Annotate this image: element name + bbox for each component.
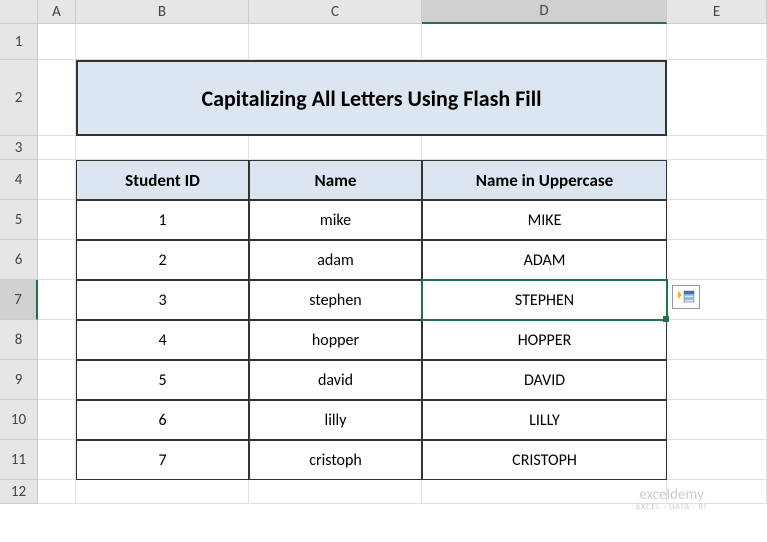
cell-name-6[interactable]: cristoph [249, 440, 422, 480]
cell-A1[interactable] [38, 24, 76, 60]
row-header-11[interactable]: 11 [0, 440, 38, 480]
cell-C1[interactable] [249, 24, 422, 60]
col-header-E[interactable]: E [667, 0, 767, 24]
cell-name-3[interactable]: hopper [249, 320, 422, 360]
row-header-10[interactable]: 10 [0, 400, 38, 440]
cell-E3[interactable] [667, 136, 767, 160]
col-header-C[interactable]: C [249, 0, 422, 24]
cell-upper-4[interactable]: DAVID [422, 360, 667, 400]
cell-A10[interactable] [38, 400, 76, 440]
cell-A6[interactable] [38, 240, 76, 280]
cell-E6[interactable] [667, 240, 767, 280]
cell-B1[interactable] [76, 24, 249, 60]
cell-upper-1[interactable]: ADAM [422, 240, 667, 280]
cell-A11[interactable] [38, 440, 76, 480]
cell-name-5[interactable]: lilly [249, 400, 422, 440]
col-header-D[interactable]: D [422, 0, 667, 24]
cell-D3[interactable] [422, 136, 667, 160]
row-header-2[interactable]: 2 [0, 60, 38, 136]
row-header-1[interactable]: 1 [0, 24, 38, 60]
row-header-12[interactable]: 12 [0, 480, 38, 504]
cell-id-4[interactable]: 5 [76, 360, 249, 400]
row-header-9[interactable]: 9 [0, 360, 38, 400]
row-header-4[interactable]: 4 [0, 160, 38, 200]
cell-id-0[interactable]: 1 [76, 200, 249, 240]
cell-B3[interactable] [76, 136, 249, 160]
cell-E8[interactable] [667, 320, 767, 360]
cell-C12[interactable] [249, 480, 422, 504]
cell-E1[interactable] [667, 24, 767, 60]
header-uppercase[interactable]: Name in Uppercase [422, 160, 667, 200]
flash-fill-icon [676, 289, 696, 305]
cell-upper-6[interactable]: CRISTOPH [422, 440, 667, 480]
watermark-main: exceldemy [636, 487, 707, 504]
fill-handle[interactable] [663, 316, 669, 322]
cell-A2[interactable] [38, 60, 76, 136]
header-name[interactable]: Name [249, 160, 422, 200]
cell-E2[interactable] [667, 60, 767, 136]
cell-E9[interactable] [667, 360, 767, 400]
cell-A9[interactable] [38, 360, 76, 400]
cell-id-3[interactable]: 4 [76, 320, 249, 360]
cell-A4[interactable] [38, 160, 76, 200]
watermark-sub: EXCEL · DATA · BI [636, 503, 707, 512]
row-header-8[interactable]: 8 [0, 320, 38, 360]
cell-upper-2[interactable]: STEPHEN [422, 280, 667, 320]
header-student-id[interactable]: Student ID [76, 160, 249, 200]
cell-D1[interactable] [422, 24, 667, 60]
active-cell-value: STEPHEN [515, 291, 574, 310]
cell-A3[interactable] [38, 136, 76, 160]
col-header-A[interactable]: A [38, 0, 76, 24]
flash-fill-options-button[interactable] [672, 285, 700, 309]
row-header-3[interactable]: 3 [0, 136, 38, 160]
cell-E4[interactable] [667, 160, 767, 200]
cell-B12[interactable] [76, 480, 249, 504]
cell-upper-3[interactable]: HOPPER [422, 320, 667, 360]
cell-E11[interactable] [667, 440, 767, 480]
row-header-7[interactable]: 7 [0, 280, 38, 320]
cell-A8[interactable] [38, 320, 76, 360]
cell-A7[interactable] [38, 280, 76, 320]
spreadsheet-grid[interactable]: A B C D E 1 2 Capitalizing All Letters U… [0, 0, 767, 504]
cell-D12[interactable] [422, 480, 667, 504]
cell-upper-0[interactable]: MIKE [422, 200, 667, 240]
watermark: exceldemy EXCEL · DATA · BI [636, 487, 707, 512]
cell-id-1[interactable]: 2 [76, 240, 249, 280]
cell-name-2[interactable]: stephen [249, 280, 422, 320]
row-header-5[interactable]: 5 [0, 200, 38, 240]
cell-A5[interactable] [38, 200, 76, 240]
cell-id-5[interactable]: 6 [76, 400, 249, 440]
cell-id-2[interactable]: 3 [76, 280, 249, 320]
cell-name-0[interactable]: mike [249, 200, 422, 240]
cell-C3[interactable] [249, 136, 422, 160]
title-cell[interactable]: Capitalizing All Letters Using Flash Fil… [76, 60, 667, 136]
col-header-B[interactable]: B [76, 0, 249, 24]
cell-E10[interactable] [667, 400, 767, 440]
cell-A12[interactable] [38, 480, 76, 504]
cell-upper-5[interactable]: LILLY [422, 400, 667, 440]
row-header-6[interactable]: 6 [0, 240, 38, 280]
cell-id-6[interactable]: 7 [76, 440, 249, 480]
select-all-corner[interactable] [0, 0, 38, 24]
cell-name-4[interactable]: david [249, 360, 422, 400]
cell-name-1[interactable]: adam [249, 240, 422, 280]
cell-E5[interactable] [667, 200, 767, 240]
